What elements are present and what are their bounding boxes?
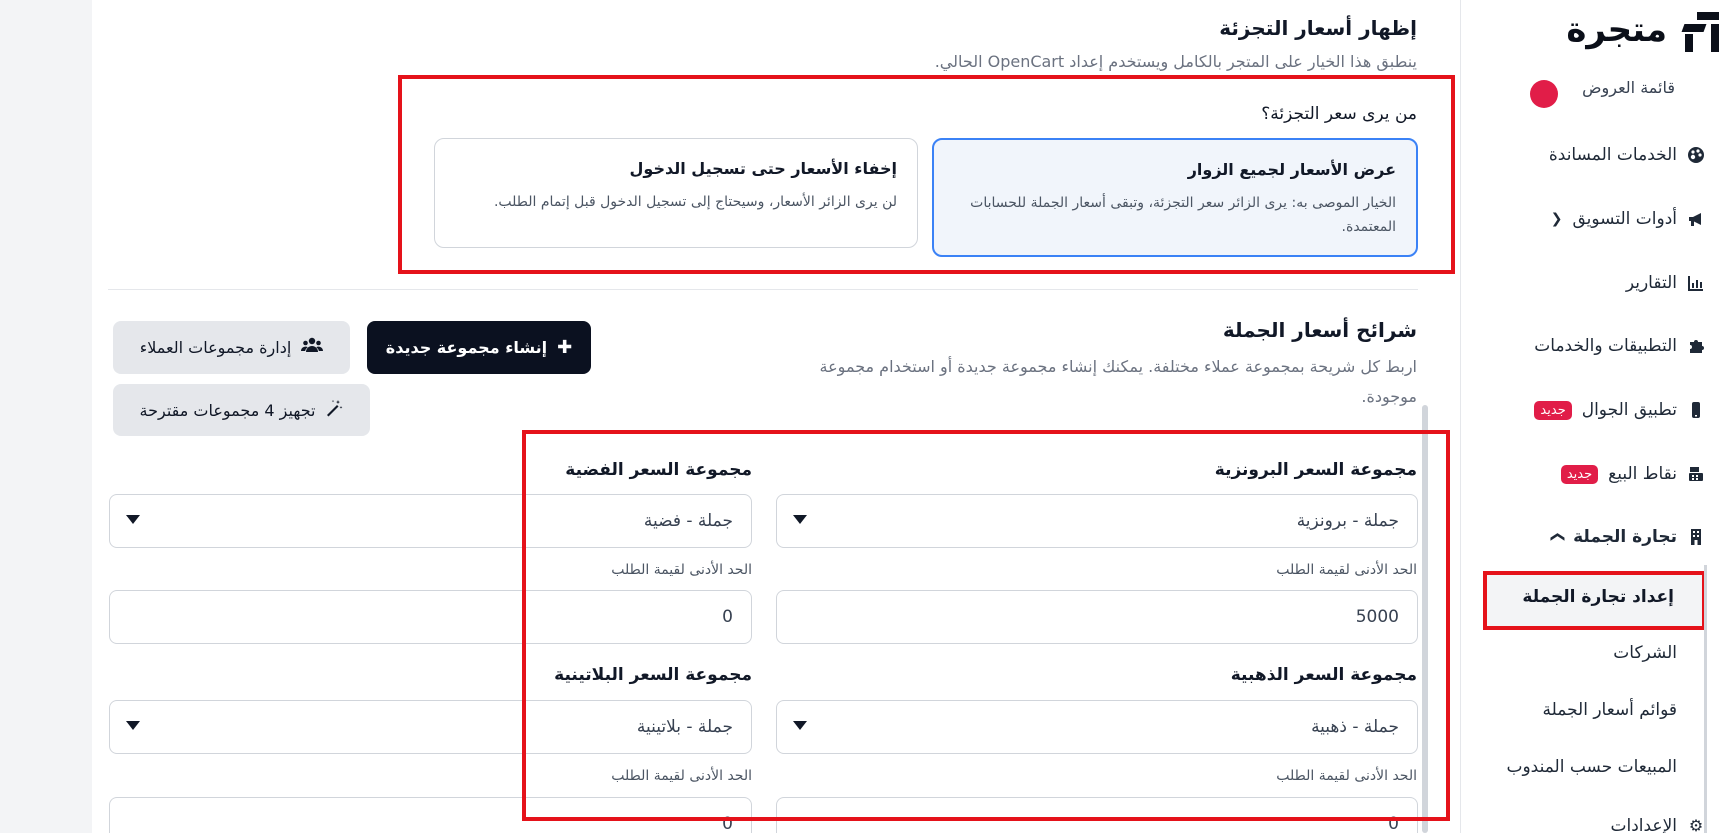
sidebar-item-label: الخدمات المساندة — [1548, 145, 1677, 165]
sidebar-subitem-wholesale-setup[interactable]: إعداد تجارة الجملة — [1522, 587, 1674, 607]
sidebar-item-label: تطبيق الجوال — [1581, 400, 1677, 420]
sidebar-subitem-price-lists[interactable]: قوائم أسعار الجملة — [1543, 700, 1678, 720]
manage-customer-groups-button[interactable]: إدارة مجموعات العملاء — [113, 321, 350, 374]
prepare-suggested-groups-button[interactable]: تجهيز 4 مجموعات مقترحة — [113, 384, 370, 436]
sidebar-item-settings[interactable]: ⚙ الإعدادات — [1610, 818, 1705, 833]
highlight-box — [398, 75, 1455, 274]
sidebar-item-mobile-app[interactable]: تطبيق الجوال جديد — [1534, 400, 1705, 420]
sidebar-item-wholesale[interactable]: تجارة الجملة ❮ — [1549, 527, 1705, 547]
button-label: تجهيز 4 مجموعات مقترحة — [139, 400, 316, 420]
puzzle-icon — [1687, 337, 1705, 355]
button-label: إدارة مجموعات العملاء — [139, 338, 292, 357]
mobile-icon — [1687, 401, 1705, 419]
create-group-button[interactable]: ✚ إنشاء مجموعة جديدة — [367, 321, 591, 374]
sidebar-item-support-services[interactable]: الخدمات المساندة — [1549, 145, 1705, 165]
caret-down-icon — [126, 515, 140, 524]
sidebar-item-label: تجارة الجملة — [1573, 527, 1677, 547]
wholesale-tiers-title: شرائح أسعار الجملة — [1222, 318, 1417, 342]
retail-visibility-title: إظهار أسعار التجزئة — [1219, 16, 1417, 40]
sidebar-item-label: نقاط البيع — [1608, 464, 1677, 484]
sidebar-item-pos[interactable]: نقاط البيع جديد — [1560, 464, 1705, 484]
sidebar-item-cut[interactable]: قائمة العروض — [1582, 78, 1675, 104]
sidebar-item-reports[interactable]: التقارير — [1626, 273, 1705, 293]
users-icon — [301, 337, 324, 358]
sidebar-item-marketing[interactable]: أدوات التسويق ❮ — [1551, 209, 1705, 229]
cash-register-icon — [1687, 465, 1705, 483]
wholesale-tiers-desc: اربط كل شريحة بمجموعة عملاء مختلفة. يمكن… — [819, 357, 1417, 406]
brand-logo[interactable]: متجرة — [1566, 8, 1719, 52]
chevron-left-icon: ❮ — [1550, 211, 1563, 227]
palette-icon — [1687, 146, 1705, 164]
sidebar-scrollbar[interactable] — [1704, 565, 1707, 833]
left-gutter — [0, 0, 92, 833]
sidebar-subitem-companies[interactable]: الشركات — [1613, 643, 1677, 663]
chart-icon — [1687, 274, 1705, 292]
megaphone-icon — [1687, 210, 1705, 228]
chevron-down-icon: ❮ — [1549, 531, 1566, 543]
brand-mark-icon — [1675, 8, 1719, 52]
sidebar-item-label: أدوات التسويق — [1572, 209, 1677, 229]
sidebar-item-label: التطبيقات والخدمات — [1534, 336, 1677, 356]
notification-dot — [1530, 80, 1558, 108]
sidebar-subitem-sales-by-rep[interactable]: المبيعات حسب المندوب — [1506, 757, 1677, 777]
highlight-box — [522, 430, 1450, 821]
new-badge: جديد — [1560, 464, 1599, 484]
sidebar-item-apps[interactable]: التطبيقات والخدمات — [1534, 336, 1705, 356]
sidebar-item-label: التقارير — [1625, 273, 1677, 293]
section-divider — [108, 289, 1418, 290]
plus-icon: ✚ — [557, 337, 573, 358]
button-label: إنشاء مجموعة جديدة — [385, 338, 548, 357]
caret-down-icon — [126, 721, 140, 730]
new-badge: جديد — [1534, 400, 1572, 420]
building-icon — [1687, 528, 1705, 546]
gear-icon: ⚙ — [1688, 818, 1704, 833]
retail-visibility-desc: ينطبق هذا الخيار على المتجر بالكامل ويست… — [934, 52, 1417, 71]
magic-wand-icon — [325, 399, 343, 422]
sidebar-item-label: الإعدادات — [1610, 818, 1677, 833]
brand-name: متجرة — [1566, 10, 1667, 50]
